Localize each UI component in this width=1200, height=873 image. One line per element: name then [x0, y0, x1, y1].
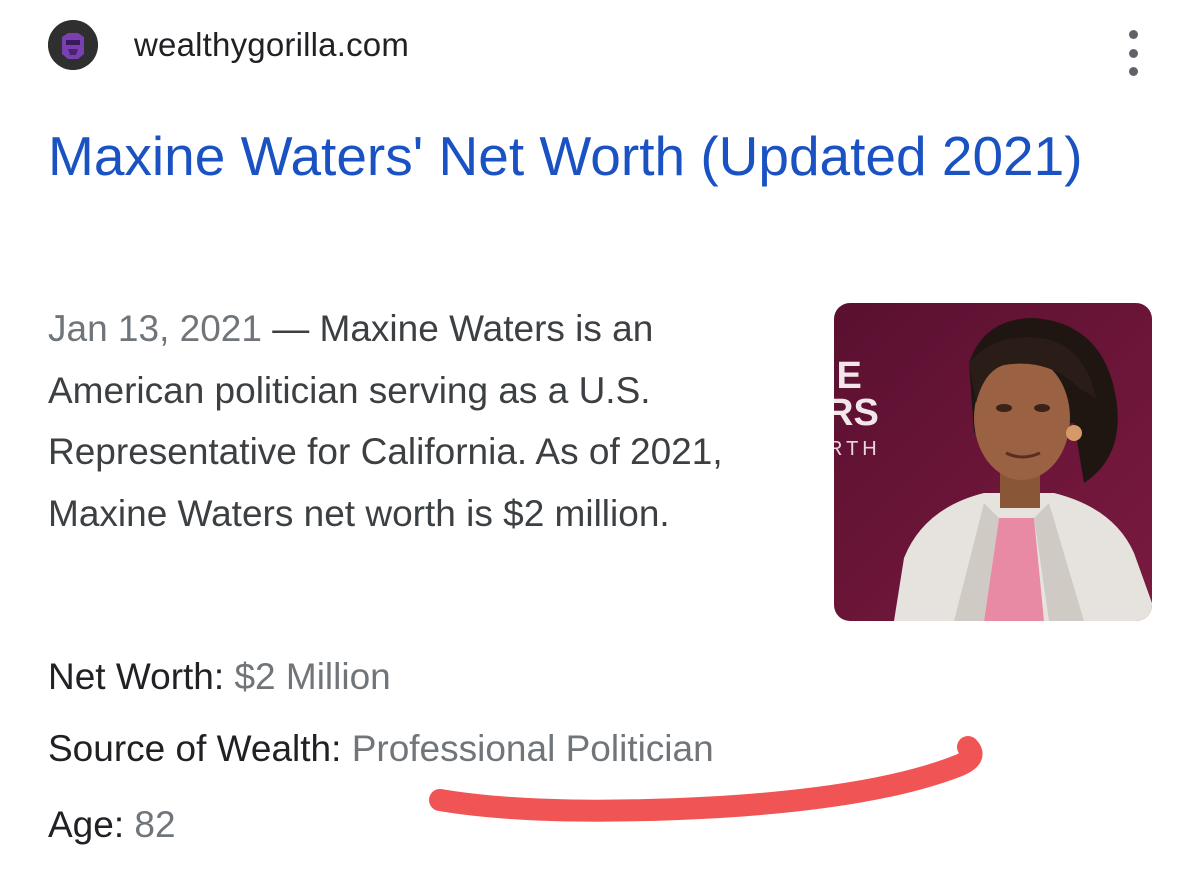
fact-source-of-wealth: Source of Wealth: Professional Politicia…: [48, 728, 714, 770]
thumb-letters-2: RS: [834, 392, 879, 434]
fact-age: Age: 82: [48, 804, 176, 846]
more-vert-icon[interactable]: [1118, 30, 1148, 76]
result-date: Jan 13, 2021: [48, 308, 262, 349]
gorilla-logo-icon: [48, 20, 98, 70]
date-separator: —: [261, 308, 320, 349]
result-source[interactable]: wealthygorilla.com: [48, 18, 409, 72]
fact-value: 82: [134, 804, 176, 845]
fact-value: $2 Million: [234, 656, 391, 697]
fact-net-worth: Net Worth: $2 Million: [48, 656, 391, 698]
fact-value: Professional Politician: [351, 728, 714, 769]
fact-label: Source of Wealth:: [48, 728, 352, 769]
fact-label: Age:: [48, 804, 135, 845]
thumb-letters-1: IE: [834, 355, 862, 397]
thumb-letters-3: RTH: [834, 438, 881, 460]
result-title-link[interactable]: Maxine Waters' Net Worth (Updated 2021): [48, 118, 1088, 194]
site-name: wealthygorilla.com: [134, 26, 410, 63]
result-snippet: Jan 13, 2021 — Maxine Waters is an Ameri…: [48, 298, 768, 544]
result-thumbnail[interactable]: IE RS RTH: [834, 303, 1152, 621]
search-result-card: wealthygorilla.com Maxine Waters' Net Wo…: [0, 0, 1200, 873]
fact-label: Net Worth:: [48, 656, 235, 697]
